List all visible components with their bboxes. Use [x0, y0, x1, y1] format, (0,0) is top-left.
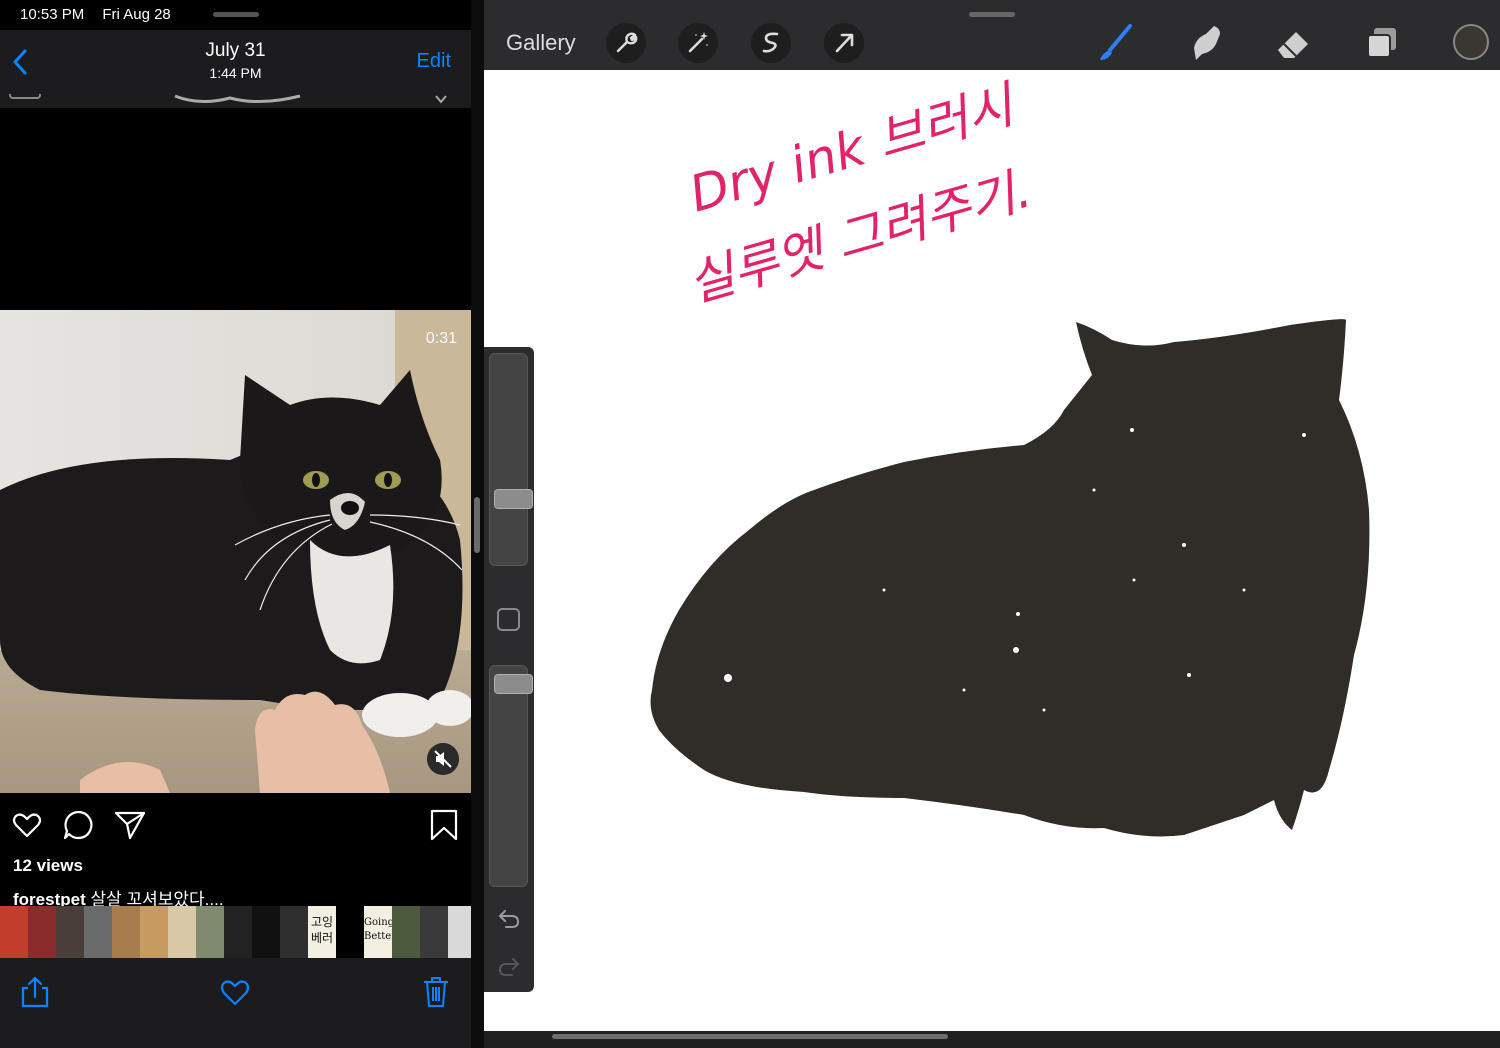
scroll-thumb[interactable]	[552, 1034, 948, 1039]
video-duration: 0:31	[425, 330, 457, 347]
thumbnail[interactable]	[448, 906, 471, 958]
thumbnail[interactable]	[168, 906, 196, 958]
share-icon[interactable]	[20, 976, 50, 1008]
trash-icon[interactable]	[421, 976, 451, 1008]
smudge-icon[interactable]	[1186, 22, 1226, 64]
view-count: 12 views	[13, 856, 83, 875]
status-date: Fri Aug 28	[102, 6, 171, 23]
color-icon[interactable]	[1453, 24, 1489, 60]
selection-icon[interactable]	[751, 23, 791, 63]
thumbnail[interactable]	[336, 906, 364, 958]
screenshot-top-peek	[0, 94, 471, 108]
mute-speaker-icon[interactable]	[427, 743, 459, 775]
photos-bottom-toolbar	[0, 958, 471, 1048]
thumbnail[interactable]	[140, 906, 168, 958]
thumbnail[interactable]	[112, 906, 140, 958]
heart-icon[interactable]	[220, 976, 250, 1008]
thumbnail-scrubber[interactable]: 고잉 베러 Going Better	[0, 906, 471, 958]
magic-wand-icon[interactable]	[678, 23, 718, 63]
undo-icon[interactable]	[496, 905, 522, 931]
thumbnail[interactable]	[392, 906, 420, 958]
layers-icon[interactable]	[1362, 22, 1402, 64]
drawing-canvas[interactable]: Dry ink 브러시 실루엣 그려주기.	[484, 70, 1500, 1031]
photo-date-title: July 31	[205, 40, 266, 61]
like-heart-icon[interactable]	[11, 809, 43, 841]
redo-icon[interactable]	[496, 953, 522, 979]
gallery-button[interactable]: Gallery	[506, 30, 576, 56]
multitask-grabber[interactable]	[213, 12, 259, 17]
canvas-scroll-bar[interactable]	[484, 1031, 1500, 1048]
status-time: 10:53 PM	[20, 6, 85, 23]
multitask-grabber[interactable]	[969, 12, 1015, 17]
cat-silhouette	[650, 319, 1370, 837]
video-frame[interactable]: 0:31	[0, 310, 471, 793]
brush-icon[interactable]	[1096, 22, 1136, 64]
brush-size-slider[interactable]	[489, 353, 533, 566]
thumbnail[interactable]	[420, 906, 448, 958]
photos-app: 10:53 PM Fri Aug 28 July 31 1:44 PM Edit	[0, 0, 471, 1048]
procreate-app: Gallery Dry ink 브러시 실루엣 그려주기.	[484, 0, 1500, 1048]
thumbnail[interactable]	[28, 906, 56, 958]
photo-time-subtitle: 1:44 PM	[209, 65, 262, 81]
post-action-bar	[0, 805, 471, 845]
procreate-top-bar: Gallery	[484, 0, 1500, 70]
procreate-sidebar	[484, 347, 534, 992]
thumbnail[interactable]	[280, 906, 308, 958]
thumbnail[interactable]	[84, 906, 112, 958]
thumbnail[interactable]	[224, 906, 252, 958]
photos-nav-bar: July 31 1:44 PM Edit	[0, 30, 471, 94]
status-bar: 10:53 PM Fri Aug 28	[20, 6, 185, 23]
split-view-handle[interactable]	[474, 497, 480, 553]
wrench-icon[interactable]	[606, 23, 646, 63]
cropped-header-artifact	[9, 94, 447, 104]
thumbnail[interactable]	[0, 906, 28, 958]
modifier-square-button[interactable]	[497, 608, 520, 631]
thumbnail[interactable]	[252, 906, 280, 958]
save-bookmark-icon[interactable]	[428, 809, 460, 841]
thumbnail[interactable]	[56, 906, 84, 958]
cat-video-image	[0, 310, 471, 793]
canvas-artwork: Dry ink 브러시 실루엣 그려주기.	[650, 75, 1370, 837]
brush-opacity-slider[interactable]	[489, 665, 533, 887]
brush-size-knob[interactable]	[494, 489, 533, 509]
transform-arrow-icon[interactable]	[824, 23, 864, 63]
eraser-icon[interactable]	[1274, 22, 1314, 64]
thumbnail-going-better-kr[interactable]: 고잉 베러	[308, 906, 336, 958]
send-direct-icon[interactable]	[114, 809, 146, 841]
edit-button[interactable]: Edit	[417, 50, 451, 73]
thumbnail[interactable]	[196, 906, 224, 958]
comment-bubble-icon[interactable]	[62, 809, 94, 841]
brush-opacity-knob[interactable]	[494, 674, 533, 694]
thumbnail-going-better-en[interactable]: Going Better	[364, 906, 396, 958]
